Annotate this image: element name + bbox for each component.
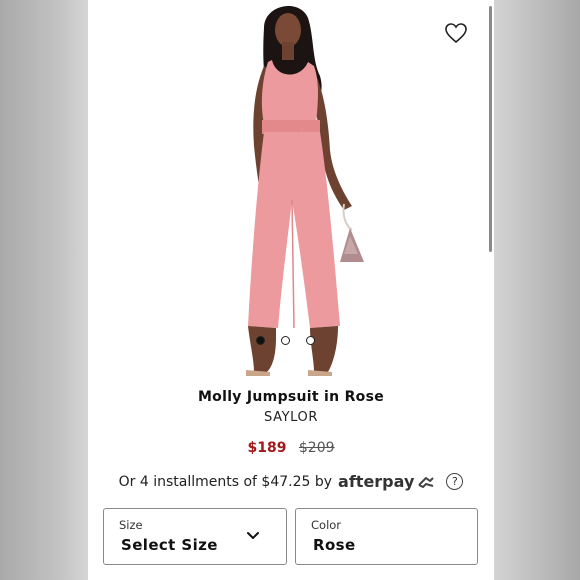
afterpay-logo-text: afterpay bbox=[338, 472, 415, 491]
afterpay-row: Or 4 installments of $47.25 by afterpay … bbox=[88, 472, 494, 491]
product-page: Molly Jumpsuit in Rose SAYLOR $189 $209 … bbox=[88, 0, 494, 580]
scrollbar[interactable] bbox=[489, 6, 492, 252]
color-select[interactable]: Color Rose bbox=[295, 508, 478, 565]
size-select[interactable]: Size Select Size bbox=[103, 508, 287, 565]
afterpay-arrows-icon bbox=[418, 476, 435, 488]
color-select-label: Color bbox=[311, 518, 342, 532]
size-select-value: Select Size bbox=[121, 536, 218, 554]
afterpay-logo: afterpay bbox=[338, 472, 436, 491]
carousel-dot[interactable] bbox=[281, 336, 290, 345]
heart-icon[interactable] bbox=[444, 22, 468, 44]
afterpay-text: Or 4 installments of $47.25 by bbox=[118, 473, 333, 490]
size-select-label: Size bbox=[119, 518, 143, 532]
price-row: $189 $209 bbox=[88, 440, 494, 456]
original-price: $209 bbox=[298, 440, 335, 456]
color-select-value: Rose bbox=[313, 536, 356, 554]
product-image bbox=[246, 5, 364, 376]
background-right bbox=[494, 0, 580, 580]
product-brand[interactable]: SAYLOR bbox=[88, 410, 494, 425]
product-image-carousel[interactable] bbox=[88, 0, 494, 385]
carousel-dots bbox=[256, 336, 315, 345]
product-title: Molly Jumpsuit in Rose bbox=[197, 389, 385, 405]
chevron-down-icon bbox=[247, 532, 259, 539]
question-circle-icon[interactable]: ? bbox=[446, 473, 464, 490]
carousel-dot[interactable] bbox=[306, 336, 315, 345]
sale-price: $189 bbox=[247, 440, 287, 456]
carousel-dot[interactable] bbox=[256, 336, 265, 345]
background-left bbox=[0, 0, 88, 580]
